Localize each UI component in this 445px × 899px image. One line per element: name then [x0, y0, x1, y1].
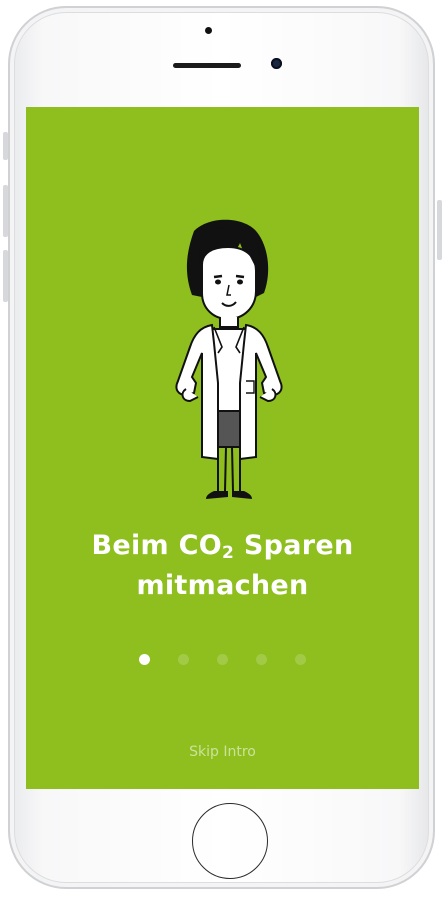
- volume-up-button: [3, 185, 8, 237]
- proximity-sensor: [205, 27, 212, 34]
- page-dot-4[interactable]: [256, 654, 267, 665]
- onboarding-screen: Beim CO2 Sparen mitmachen Skip Intro: [26, 107, 419, 789]
- page-dot-5[interactable]: [295, 654, 306, 665]
- headline-line-1: Beim CO2 Sparen: [91, 530, 354, 563]
- skip-intro-button[interactable]: Skip Intro: [26, 744, 419, 760]
- page-dot-2[interactable]: [178, 654, 189, 665]
- power-button: [437, 200, 442, 260]
- scientist-illustration: [175, 219, 283, 499]
- home-button[interactable]: [192, 803, 268, 879]
- volume-down-button: [3, 250, 8, 302]
- earpiece-speaker: [173, 63, 241, 68]
- page-dot-3[interactable]: [217, 654, 228, 665]
- mute-switch: [3, 132, 8, 160]
- headline-line-2: mitmachen: [136, 570, 309, 601]
- page-dot-1[interactable]: [139, 654, 150, 665]
- onboarding-headline: Beim CO2 Sparen mitmachen: [26, 526, 419, 606]
- page-indicator: [26, 654, 419, 665]
- front-camera: [271, 58, 282, 69]
